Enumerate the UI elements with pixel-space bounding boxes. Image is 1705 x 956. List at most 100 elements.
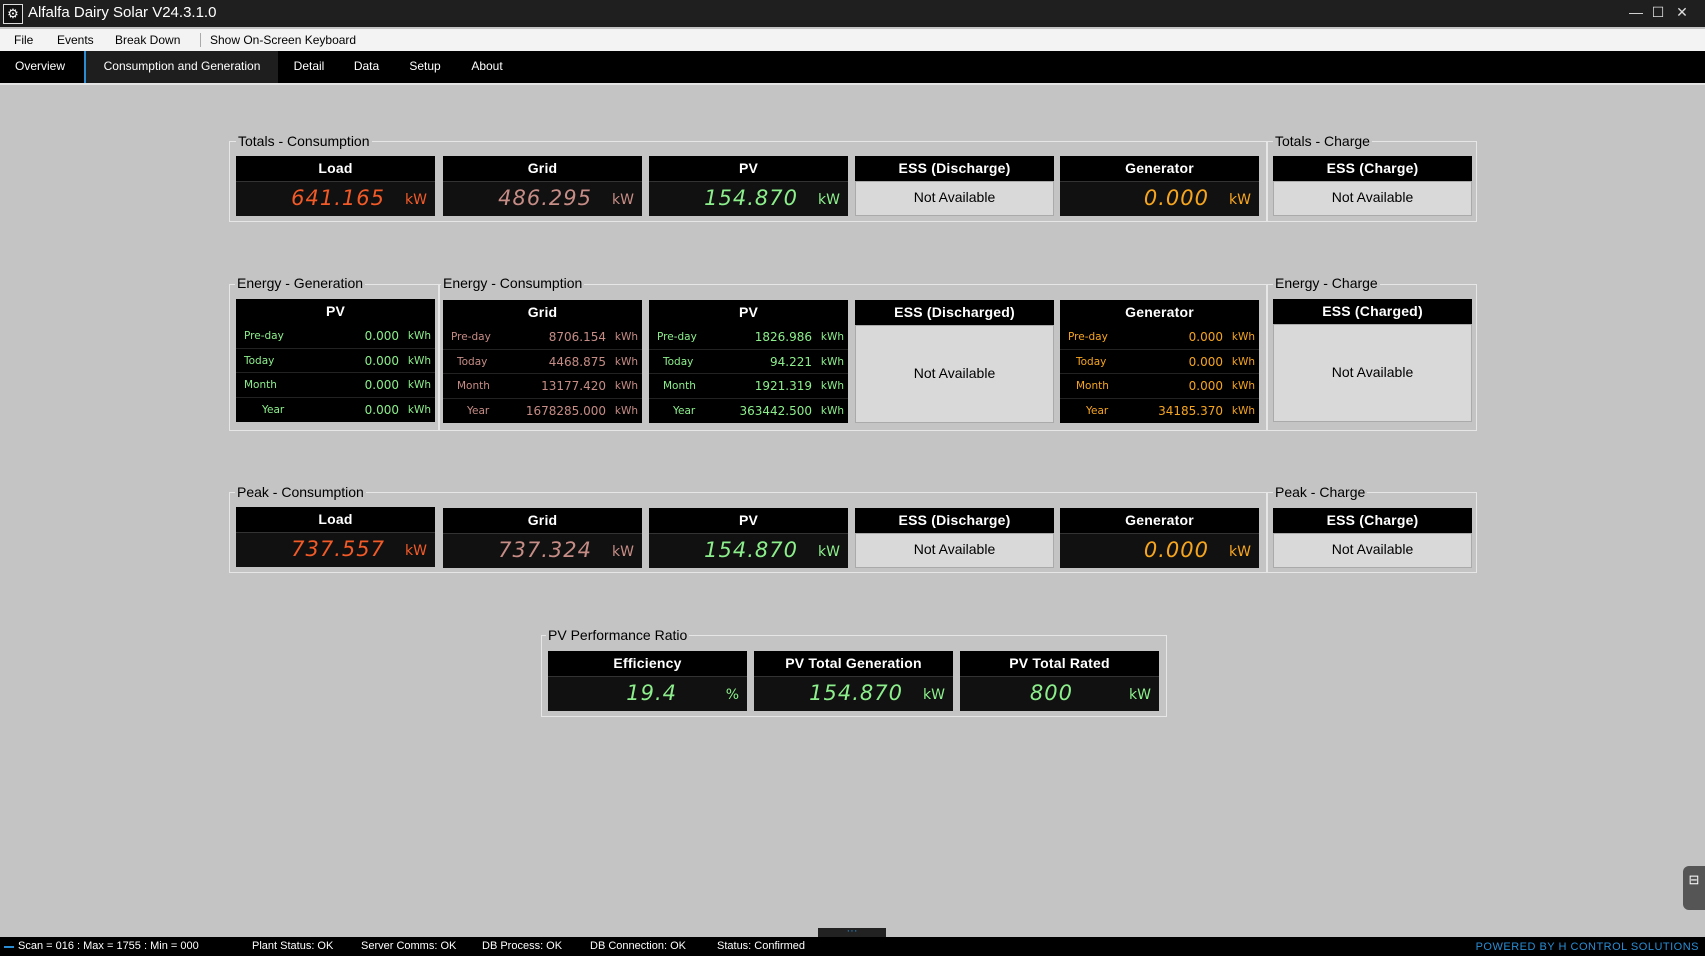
row-label: Year <box>1086 404 1109 417</box>
unit-label: kWh <box>407 354 431 367</box>
tab-detail[interactable]: Detail <box>284 51 334 83</box>
energy-row: Pre-day 1826.986 kWh <box>649 325 848 350</box>
unit-label: kWh <box>1231 355 1255 368</box>
row-value: 0.000 <box>1188 354 1223 369</box>
energy-row: Month 1921.319 kWh <box>649 374 848 399</box>
plant-status: Plant Status: OK <box>252 940 334 952</box>
close-icon[interactable]: ✕ <box>1670 1 1694 23</box>
energy-row: Month 13177.420 kWh <box>443 374 642 399</box>
tab-setup[interactable]: Setup <box>400 51 450 83</box>
tile-header: Grid <box>443 300 642 325</box>
minimize-icon[interactable]: — <box>1624 1 1648 23</box>
tab-data[interactable]: Data <box>344 51 389 83</box>
server-comms-status: Server Comms: OK <box>361 940 457 952</box>
unit-label: kW <box>1229 544 1251 560</box>
energy-row: Today 4468.875 kWh <box>443 350 642 374</box>
tile-header: Efficiency <box>548 651 747 676</box>
tile-header: Load <box>236 156 435 181</box>
peak-grid-value: 737.324 <box>498 538 592 562</box>
tile-header: ESS (Charge) <box>1273 156 1472 181</box>
row-value: 34185.370 <box>1158 403 1223 418</box>
energy-table: Pre-day 1826.986 kWh Today 94.221 kWh Month 1… <box>649 325 848 423</box>
unit-label: kW <box>405 192 427 208</box>
pv-total-generation-value: 154.870 <box>809 681 903 705</box>
tile-header: Generator <box>1060 300 1259 325</box>
maximize-icon[interactable]: ☐ <box>1646 1 1670 23</box>
title-bar: ⚙ Alfalfa Dairy Solar V24.3.1.0 — ☐ ✕ <box>0 0 1705 27</box>
tile-body: 737.557 kW <box>236 532 435 567</box>
not-available-label: Not Available <box>855 325 1054 423</box>
energy-table: Pre-day 0.000 kWh Today 0.000 kWh Month 0.000… <box>236 324 435 422</box>
energy-pv-tile: PV Pre-day 1826.986 kWh Today 94.221 kWh Mon… <box>649 300 848 423</box>
row-label: Year <box>262 403 285 416</box>
db-connection-status: DB Connection: OK <box>590 940 686 952</box>
tab-about[interactable]: About <box>462 51 512 83</box>
not-available-label: Not Available <box>1273 181 1472 216</box>
pv-total-rated-value: 800 <box>1029 681 1073 705</box>
menu-break-down[interactable]: Break Down <box>115 33 180 47</box>
totals-load-tile: Load 641.165 kW <box>236 156 435 216</box>
side-panel-toggle-icon[interactable]: ⊟ <box>1683 866 1705 910</box>
energy-charge-title: Energy - Charge <box>1273 275 1380 291</box>
tab-consumption-and-generation[interactable]: Consumption and Generation <box>84 51 278 83</box>
row-label: Month <box>663 380 696 392</box>
tile-body: 737.324 kW <box>443 533 642 568</box>
energy-pv-generation-tile: PV Pre-day 0.000 kWh Today 0.000 kWh Month 0.… <box>236 299 435 422</box>
menu-file[interactable]: File <box>14 33 33 47</box>
confirmation-status: Status: Confirmed <box>717 940 806 952</box>
peak-load-tile: Load 737.557 kW <box>236 507 435 567</box>
menu-events[interactable]: Events <box>57 33 94 47</box>
unit-label: kWh <box>614 355 638 368</box>
energy-row: Month 0.000 kWh <box>1060 374 1259 399</box>
tile-header: PV <box>236 299 435 324</box>
tile-body: 154.870 kW <box>754 676 953 711</box>
unit-label: kWh <box>1231 404 1255 417</box>
energy-row: Year 363442.500 kWh <box>649 399 848 424</box>
unit-label: kWh <box>820 331 844 343</box>
tile-body: 0.000 kW <box>1060 533 1259 568</box>
totals-pv-value: 154.870 <box>704 186 798 210</box>
unit-label: kWh <box>407 403 431 416</box>
tile-body: 641.165 kW <box>236 181 435 216</box>
row-value: 13177.420 <box>541 379 606 393</box>
row-label: Pre-day <box>451 331 491 343</box>
tab-bar: Overview Consumption and Generation Deta… <box>0 51 1705 83</box>
unit-label: kWh <box>820 380 844 392</box>
row-value: 1921.319 <box>754 379 812 393</box>
unit-label: kW <box>923 687 945 703</box>
panel-expand-handle[interactable]: ··· <box>818 926 886 937</box>
powered-by-label: POWERED BY H CONTROL SOLUTIONS <box>1475 941 1699 953</box>
not-available-label: Not Available <box>1273 324 1472 422</box>
energy-row: Month 0.000 kWh <box>236 373 435 398</box>
row-value: 0.000 <box>364 329 399 343</box>
window-title: Alfalfa Dairy Solar V24.3.1.0 <box>28 4 217 21</box>
content-divider <box>0 83 1705 85</box>
totals-pv-tile: PV 154.870 kW <box>649 156 848 216</box>
pv-total-rated-tile: PV Total Rated 800 kW <box>960 651 1159 711</box>
tile-header: Generator <box>1060 156 1259 181</box>
energy-consumption-title: Energy - Consumption <box>441 275 585 291</box>
totals-grid-value: 486.295 <box>498 186 592 210</box>
pv-performance-title: PV Performance Ratio <box>546 627 690 643</box>
tile-header: Generator <box>1060 508 1259 533</box>
totals-ess-discharge-tile: ESS (Discharge) Not Available <box>855 156 1054 216</box>
row-label: Year <box>673 404 696 417</box>
row-label: Month <box>1076 380 1109 392</box>
row-label: Pre-day <box>657 331 697 343</box>
energy-table: Pre-day 0.000 kWh Today 0.000 kWh Month 0.000… <box>1060 325 1259 423</box>
tile-header: ESS (Discharged) <box>855 300 1054 325</box>
menu-separator <box>200 33 201 47</box>
energy-row: Pre-day 0.000 kWh <box>236 324 435 349</box>
peak-grid-tile: Grid 737.324 kW <box>443 508 642 568</box>
unit-label: kWh <box>1231 331 1255 343</box>
unit-label: kWh <box>1231 380 1255 392</box>
menu-show-keyboard[interactable]: Show On-Screen Keyboard <box>210 33 356 47</box>
peak-pv-tile: PV 154.870 kW <box>649 508 848 568</box>
tile-header: Load <box>236 507 435 532</box>
not-available-label: Not Available <box>1273 533 1472 568</box>
tab-overview[interactable]: Overview <box>4 51 76 83</box>
row-value: 1826.986 <box>754 330 812 344</box>
not-available-label: Not Available <box>855 181 1054 216</box>
unit-label: kW <box>1229 192 1251 208</box>
row-value: 94.221 <box>770 354 812 369</box>
